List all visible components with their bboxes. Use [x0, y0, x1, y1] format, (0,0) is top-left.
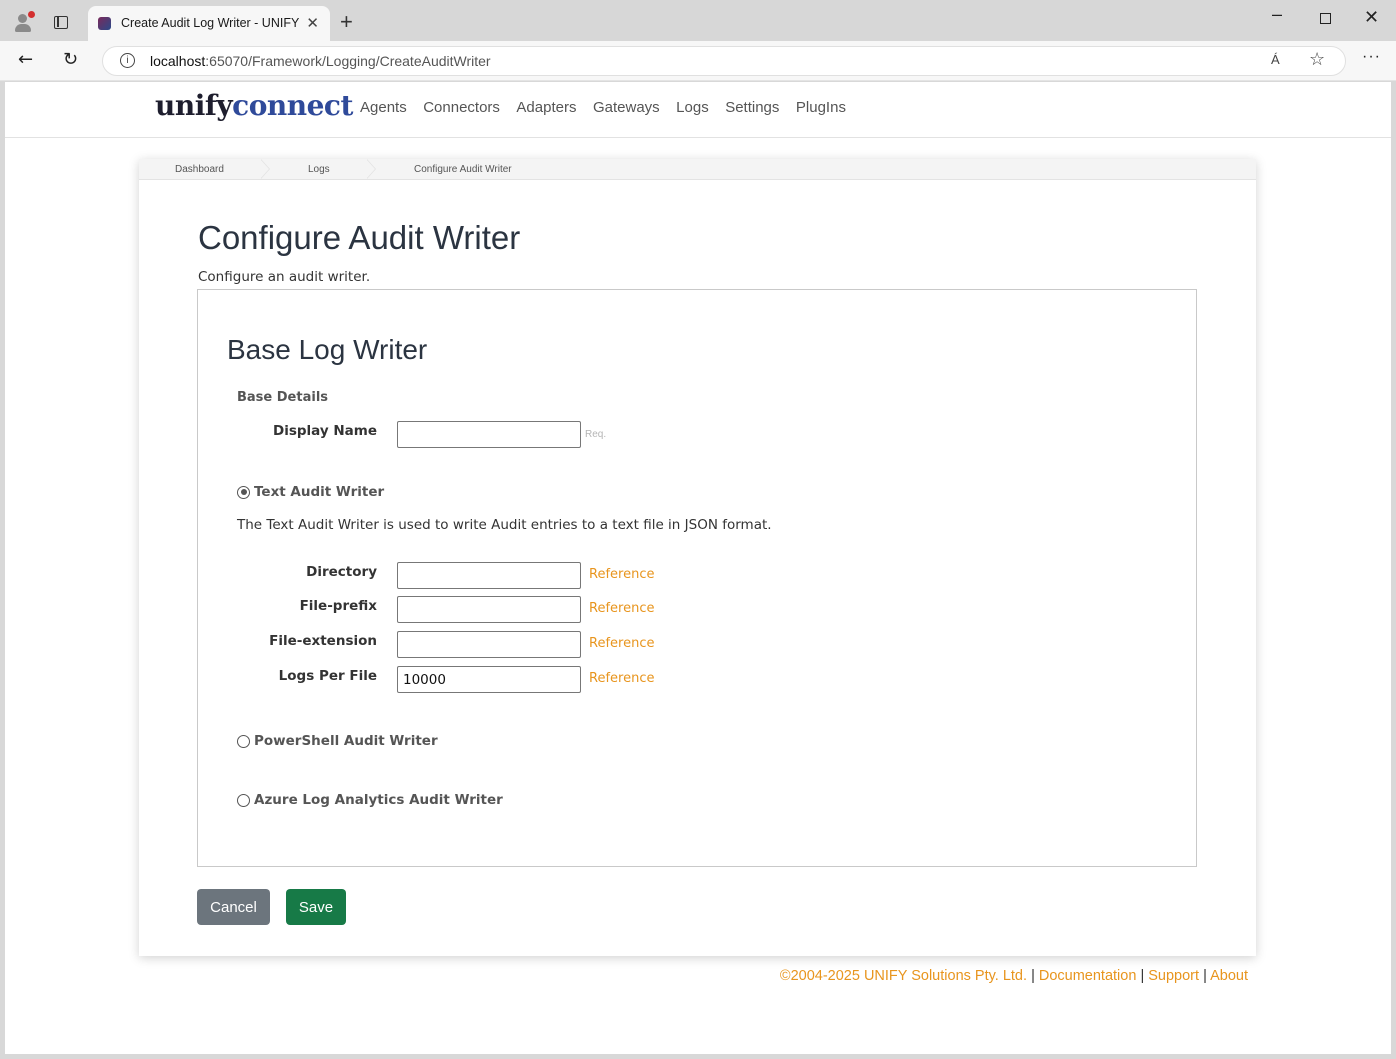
- favicon-icon: [98, 17, 111, 30]
- favorite-star-icon[interactable]: ☆: [1309, 49, 1325, 70]
- panel-title: Base Log Writer: [227, 334, 428, 365]
- url-text[interactable]: localhost:65070/Framework/Logging/Create…: [150, 53, 491, 69]
- logo-part-unify: unify: [155, 89, 233, 122]
- radio-text-audit-writer[interactable]: Text Audit Writer: [237, 484, 384, 500]
- top-navbar: unifyconnect Agents Connectors Adapters …: [5, 82, 1391, 138]
- logs-per-file-label: Logs Per File: [278, 668, 377, 684]
- nav-logs[interactable]: Logs: [676, 99, 709, 116]
- file-prefix-input[interactable]: [397, 596, 581, 623]
- radio-button[interactable]: [237, 734, 250, 748]
- tab-close-icon[interactable]: ✕: [306, 14, 319, 32]
- url-path: :65070/Framework/Logging/CreateAuditWrit…: [205, 53, 491, 69]
- section-label: Base Details: [237, 390, 329, 405]
- writer-form-panel: Base Log Writer Base Details Display Nam…: [197, 289, 1197, 867]
- radio-button[interactable]: [237, 793, 250, 807]
- breadcrumb-current: Configure Audit Writer: [414, 164, 512, 175]
- minimize-button[interactable]: –: [1272, 4, 1282, 25]
- back-icon[interactable]: ←: [18, 49, 33, 70]
- logo-part-connect: connect: [232, 89, 353, 122]
- page-subtitle: Configure an audit writer.: [198, 269, 371, 285]
- profile-icon[interactable]: [12, 11, 35, 33]
- breadcrumb-separator: [260, 158, 270, 179]
- read-aloud-icon[interactable]: Á: [1271, 52, 1280, 67]
- browser-titlebar: Create Audit Log Writer - UNIFYConnect ✕…: [0, 0, 1396, 41]
- page: unifyconnect Agents Connectors Adapters …: [5, 82, 1391, 1054]
- copyright-link[interactable]: ©2004-2025 UNIFY Solutions Pty. Ltd.: [780, 968, 1027, 984]
- nav-plugins[interactable]: PlugIns: [796, 99, 846, 116]
- new-tab-button[interactable]: +: [340, 9, 353, 35]
- window-close-button[interactable]: ✕: [1364, 7, 1379, 28]
- nav-connectors[interactable]: Connectors: [423, 99, 500, 116]
- footer-separator: |: [1203, 968, 1207, 984]
- footer: ©2004-2025 UNIFY Solutions Pty. Ltd. | D…: [780, 968, 1248, 984]
- radio-label: PowerShell Audit Writer: [254, 733, 438, 749]
- required-hint: Req.: [585, 429, 607, 440]
- about-link[interactable]: About: [1210, 968, 1248, 984]
- reload-icon[interactable]: ↻: [63, 49, 78, 70]
- nav-settings[interactable]: Settings: [725, 99, 779, 116]
- content-card: Dashboard Logs Configure Audit Writer Co…: [139, 158, 1256, 956]
- logs-per-file-input[interactable]: [397, 666, 581, 693]
- cancel-button[interactable]: Cancel: [197, 889, 270, 925]
- tab-title: Create Audit Log Writer - UNIFYConnect: [121, 16, 299, 30]
- breadcrumb-logs[interactable]: Logs: [308, 164, 330, 175]
- nav-agents[interactable]: Agents: [360, 99, 407, 116]
- tab-actions-icon[interactable]: [50, 11, 72, 33]
- display-name-input[interactable]: [397, 421, 581, 448]
- footer-separator: |: [1031, 968, 1035, 984]
- radio-label: Text Audit Writer: [254, 484, 385, 500]
- browser-tab[interactable]: Create Audit Log Writer - UNIFYConnect ✕: [88, 6, 330, 41]
- url-host: localhost: [150, 53, 206, 69]
- directory-label: Directory: [306, 564, 377, 580]
- address-toolbar: ← ↻ i localhost:65070/Framework/Logging/…: [0, 41, 1396, 81]
- footer-separator: |: [1140, 968, 1145, 984]
- main-menu: Agents Connectors Adapters Gateways Logs…: [360, 99, 862, 116]
- more-menu-icon[interactable]: ···: [1362, 48, 1381, 66]
- documentation-link[interactable]: Documentation: [1039, 968, 1137, 984]
- file-prefix-label: File-prefix: [299, 598, 377, 614]
- breadcrumb: Dashboard Logs Configure Audit Writer: [139, 158, 1256, 180]
- breadcrumb-separator: [366, 158, 376, 179]
- nav-adapters[interactable]: Adapters: [516, 99, 576, 116]
- text-writer-description: The Text Audit Writer is used to write A…: [237, 517, 772, 533]
- radio-powershell-audit-writer[interactable]: PowerShell Audit Writer: [237, 733, 438, 749]
- radio-label: Azure Log Analytics Audit Writer: [254, 792, 503, 808]
- logs-per-file-reference-link[interactable]: Reference: [589, 671, 654, 686]
- file-extension-input[interactable]: [397, 631, 581, 658]
- unifyconnect-logo[interactable]: unifyconnect: [155, 89, 353, 122]
- radio-button-selected[interactable]: [237, 485, 250, 499]
- radio-azure-log-analytics-audit-writer[interactable]: Azure Log Analytics Audit Writer: [237, 792, 503, 808]
- save-button[interactable]: Save: [286, 889, 346, 925]
- directory-input[interactable]: [397, 562, 581, 589]
- maximize-button[interactable]: [1320, 13, 1331, 24]
- site-info-icon[interactable]: i: [120, 53, 135, 68]
- page-title: Configure Audit Writer: [198, 219, 521, 256]
- nav-gateways[interactable]: Gateways: [593, 99, 660, 116]
- breadcrumb-dashboard[interactable]: Dashboard: [175, 164, 224, 175]
- support-link[interactable]: Support: [1148, 968, 1199, 984]
- file-extension-reference-link[interactable]: Reference: [589, 636, 654, 651]
- display-name-label: Display Name: [273, 423, 377, 439]
- directory-reference-link[interactable]: Reference: [589, 567, 654, 582]
- file-prefix-reference-link[interactable]: Reference: [589, 601, 654, 616]
- file-extension-label: File-extension: [269, 633, 377, 649]
- url-bar[interactable]: i localhost:65070/Framework/Logging/Crea…: [102, 46, 1346, 76]
